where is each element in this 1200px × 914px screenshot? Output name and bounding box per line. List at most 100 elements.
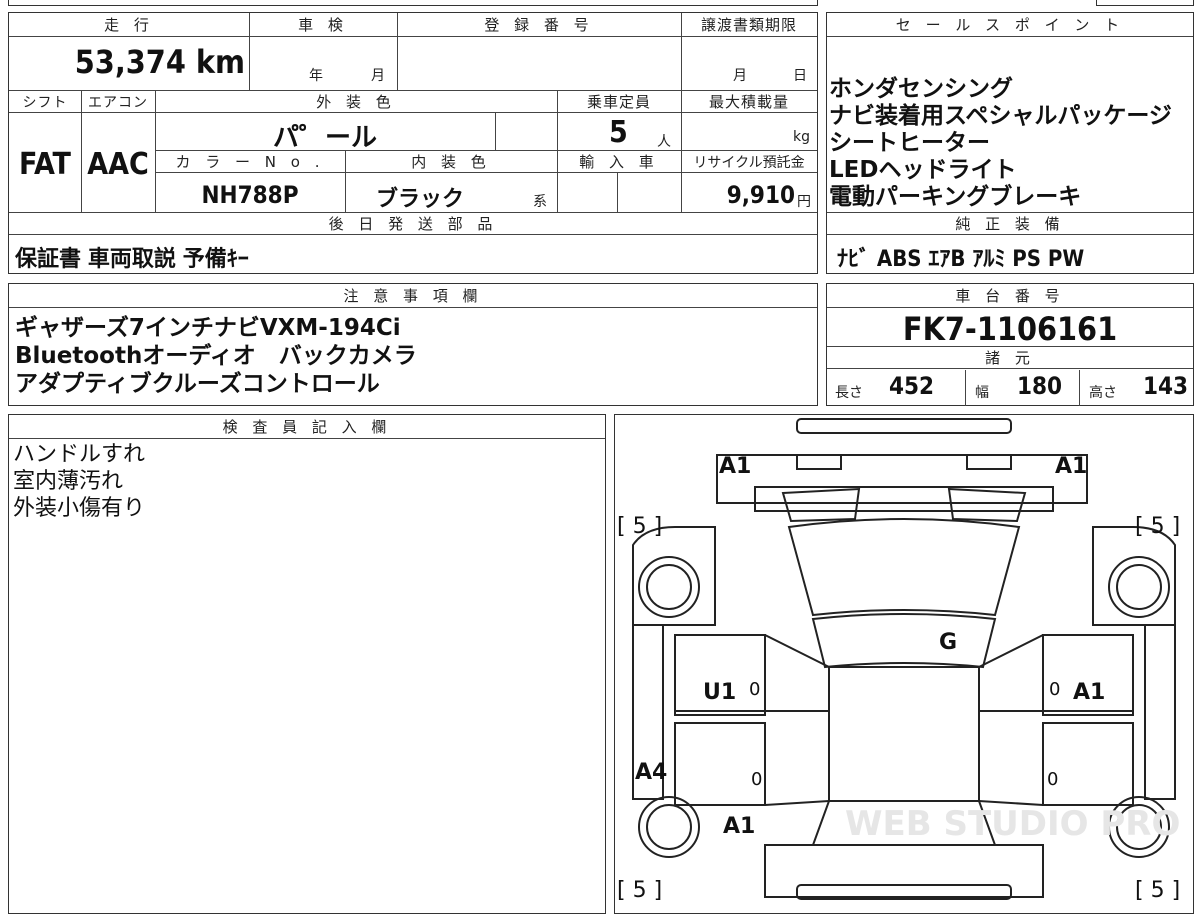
right-mirror — [947, 487, 1027, 523]
header-capacity: 乗車定員 — [557, 91, 681, 113]
header-inspection: 車 検 — [249, 13, 397, 37]
header-transfer: 譲渡書類期限 — [681, 13, 817, 37]
label-tire-rr: [ 5 ] — [1135, 878, 1180, 903]
header-later-parts: 後 日 発 送 部 品 — [9, 213, 817, 235]
front-bumper — [796, 418, 1012, 434]
hood — [754, 486, 1054, 512]
capacity-value: 5 — [609, 115, 628, 150]
label-zero-1: 0 — [749, 679, 760, 700]
header-specs: 諸 元 — [827, 347, 1193, 369]
header-max-load: 最大積載量 — [681, 91, 817, 113]
label-left-rear-door: A1 — [723, 814, 755, 839]
v-548 — [557, 91, 558, 213]
car-diagram: WEB STUDIO PRO A1 A1 [ 5 ] [ 5 ] [ 5 ] [… — [614, 414, 1194, 914]
sales-points-list: ホンダセンシング ナビ装着用スペシャルパッケージ シートヒーター LEDヘッドラ… — [829, 75, 1172, 211]
inspector-list: ハンドルすれ 室内薄汚れ 外装小傷有り — [13, 441, 145, 522]
mileage-value: 53,374 km — [74, 43, 245, 81]
left-rear-door — [674, 722, 766, 806]
wheel-rear-left-inner — [646, 804, 692, 850]
label-front-left: A1 — [719, 454, 751, 479]
label-glass: G — [939, 630, 957, 655]
roof — [811, 613, 997, 669]
label-right-front-door: A1 — [1073, 680, 1105, 705]
later-parts-value: 保証書 車両取説 予備ｷｰ — [15, 247, 249, 272]
wheel-front-left-inner — [646, 564, 692, 610]
genuine-value: ﾅﾋﾞ ABS ｴｱB ｱﾙﾐ PS PW — [837, 247, 1085, 272]
vehicle-info-box: 走 行 車 検 登 録 番 号 譲渡書類期限 53,374 km 年 月 月 日… — [8, 12, 818, 274]
header-mileage: 走 行 — [9, 13, 249, 37]
width-label: 幅 — [975, 385, 989, 401]
v-240 — [249, 13, 250, 91]
recycle-unit: 円 — [797, 194, 811, 210]
v-608 — [617, 173, 618, 213]
note-line-1: ギャザーズ7インチナビVXM-194Ci — [15, 315, 401, 341]
v-486 — [495, 113, 496, 151]
header-interior: 内 装 色 — [345, 151, 557, 173]
v-672 — [681, 13, 682, 213]
header-chassis: 車 台 番 号 — [827, 284, 1193, 308]
right-headlight — [966, 454, 1012, 470]
width-value: 180 — [1017, 372, 1063, 400]
v-72 — [81, 91, 82, 213]
length-value: 452 — [889, 372, 935, 400]
label-left-rear-panel: A4 — [635, 760, 667, 785]
header-exterior: 外 装 色 — [155, 91, 557, 113]
sales-points-box: セ ー ル ス ポ イ ン ト ホンダセンシング ナビ装着用スペシャルパッケージ… — [826, 12, 1194, 274]
inspection-year: 年 — [309, 68, 323, 84]
left-sill — [764, 634, 830, 806]
color-no-value: NH788P — [201, 181, 299, 209]
right-sill — [978, 634, 1044, 806]
header-recycle: リサイクル預託金 — [681, 151, 817, 173]
header-shift: シフト — [9, 91, 81, 113]
label-zero-4: 0 — [1047, 769, 1058, 790]
note-line-3: アダプティブクルーズコントロール — [15, 371, 380, 397]
label-front-right: A1 — [1055, 454, 1087, 479]
right-rear-door — [1042, 722, 1134, 806]
label-tire-fl: [ 5 ] — [617, 514, 662, 539]
chassis-value: FK7-1106161 — [902, 310, 1118, 348]
v-336 — [345, 151, 346, 213]
sales-point-4: LEDヘッドライト — [829, 157, 1017, 183]
header-sales: セ ー ル ス ポ イ ン ト — [827, 13, 1193, 37]
label-zero-3: 0 — [751, 769, 762, 790]
header-genuine: 純 正 装 備 — [827, 213, 1193, 235]
header-notes: 注 意 事 項 欄 — [9, 284, 817, 308]
left-front-fender — [632, 526, 716, 626]
front-body — [716, 454, 1088, 504]
left-headlight — [796, 454, 842, 470]
left-mirror — [781, 487, 861, 523]
height-label: 高さ — [1089, 385, 1117, 401]
height-value: 143 — [1143, 372, 1189, 400]
inspector-box: 検 査 員 記 入 欄 ハンドルすれ 室内薄汚れ 外装小傷有り — [8, 414, 606, 914]
recycle-value: 9,910 — [726, 181, 795, 209]
sales-point-5: 電動パーキングブレーキ — [829, 184, 1082, 210]
length-label: 長さ — [835, 385, 863, 401]
v-388 — [397, 13, 398, 91]
notes-box: 注 意 事 項 欄 ギャザーズ7インチナビVXM-194Ci Bluetooth… — [8, 283, 818, 406]
header-inspector: 検 査 員 記 入 欄 — [9, 415, 605, 439]
v-146 — [155, 91, 156, 213]
ac-value: AAC — [87, 147, 149, 182]
sales-point-2: ナビ装着用スペシャルパッケージ — [829, 103, 1172, 129]
header-import: 輸 入 車 — [557, 151, 681, 173]
label-zero-2: 0 — [1049, 679, 1060, 700]
header-color-no: カ ラ ー N o . — [155, 151, 345, 173]
inspection-month: 月 — [371, 68, 385, 84]
right-rear-quarter — [1144, 624, 1176, 800]
notes-list: ギャザーズ7インチナビVXM-194Ci Bluetoothオーディオ バックカ… — [15, 314, 417, 398]
spec-v1 — [965, 370, 966, 406]
shift-value: FAT — [19, 147, 71, 182]
label-tire-rl: [ 5 ] — [617, 878, 662, 903]
load-unit: kg — [793, 129, 810, 145]
inspector-line-2: 室内薄汚れ — [13, 469, 124, 494]
inspector-line-3: 外装小傷有り — [13, 496, 146, 521]
top-strip — [8, 0, 818, 6]
spec-v2 — [1079, 370, 1080, 406]
right-front-fender — [1092, 526, 1176, 626]
label-tire-fr: [ 5 ] — [1135, 514, 1180, 539]
car-diagram-svg: WEB STUDIO PRO A1 A1 [ 5 ] [ 5 ] [ 5 ] [… — [617, 418, 1180, 903]
sales-point-1: ホンダセンシング — [829, 76, 1013, 102]
watermark: WEB STUDIO PRO — [845, 804, 1180, 844]
top-strip-right — [1096, 0, 1194, 6]
inspector-line-1: ハンドルすれ — [13, 442, 146, 467]
